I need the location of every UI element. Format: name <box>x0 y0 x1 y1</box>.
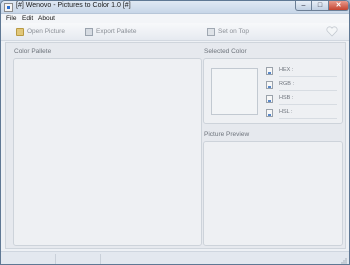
picture-preview-title: Picture Preview <box>204 131 250 138</box>
heart-icon[interactable] <box>326 26 338 37</box>
picture-preview-panel <box>203 141 343 246</box>
hsl-value-line <box>279 118 337 119</box>
status-segment <box>56 254 101 264</box>
toolbar: Open Picture Export Pallete Set on Top <box>1 23 349 41</box>
maximize-button[interactable]: □ <box>312 1 329 11</box>
rgb-label: RGB : <box>279 81 294 87</box>
hex-value-line <box>279 76 337 77</box>
app-window: [#] Wenovo - Pictures to Color 1.0 [#] –… <box>0 0 350 265</box>
minimize-button[interactable]: – <box>295 1 312 11</box>
selected-color-title: Selected Color <box>204 48 247 55</box>
hsb-label: HSB : <box>279 95 294 101</box>
copy-hsb-icon[interactable] <box>266 95 273 103</box>
open-picture-label: Open Picture <box>27 28 65 35</box>
main-content: Color Pallete Selected Color HEX : RGB :… <box>5 42 346 249</box>
title-bar[interactable]: [#] Wenovo - Pictures to Color 1.0 [#] –… <box>1 1 349 14</box>
hsb-row: HSB : <box>266 94 338 105</box>
menu-about[interactable]: About <box>38 14 55 23</box>
folder-icon <box>16 28 24 36</box>
color-pallete-title: Color Pallete <box>14 48 52 55</box>
copy-rgb-icon[interactable] <box>266 81 273 89</box>
hsl-label: HSL : <box>279 109 293 115</box>
set-on-top-label: Set on Top <box>218 28 249 35</box>
color-pallete-panel[interactable] <box>13 58 202 246</box>
app-icon <box>4 3 13 12</box>
status-bar <box>1 251 349 264</box>
hsb-value-line <box>279 104 337 105</box>
set-on-top-button[interactable]: Set on Top <box>207 27 267 37</box>
window-title: [#] Wenovo - Pictures to Color 1.0 [#] <box>16 2 131 9</box>
menu-edit[interactable]: Edit <box>22 14 33 23</box>
pin-icon <box>207 28 215 36</box>
export-pallete-button[interactable]: Export Pallete <box>85 27 155 37</box>
selected-color-swatch <box>211 68 258 115</box>
copy-hex-icon[interactable] <box>266 67 273 75</box>
rgb-row: RGB : <box>266 80 338 91</box>
export-icon <box>85 28 93 36</box>
hex-label: HEX : <box>279 67 294 73</box>
hex-row: HEX : <box>266 66 338 77</box>
copy-hsl-icon[interactable] <box>266 109 273 117</box>
resize-grip-icon[interactable] <box>339 256 347 264</box>
rgb-value-line <box>279 90 337 91</box>
menu-file[interactable]: File <box>6 14 16 23</box>
selected-color-panel: HEX : RGB : HSB : HSL : <box>203 58 343 124</box>
menu-bar: File Edit About <box>1 14 349 23</box>
close-button[interactable]: ✕ <box>329 1 349 11</box>
status-segment <box>1 254 56 264</box>
hsl-row: HSL : <box>266 108 338 119</box>
open-picture-button[interactable]: Open Picture <box>16 27 76 37</box>
export-pallete-label: Export Pallete <box>96 28 137 35</box>
